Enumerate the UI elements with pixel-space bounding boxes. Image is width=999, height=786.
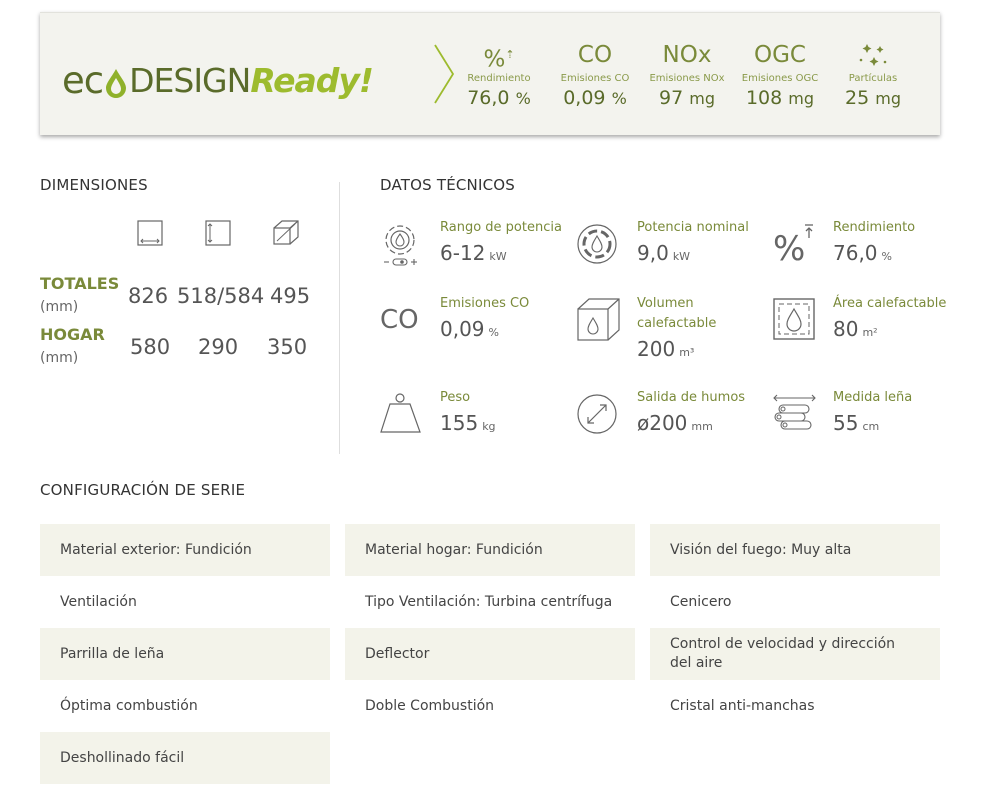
power-range-icon xyxy=(384,225,417,266)
tech-label: Potencia nominal xyxy=(637,220,749,235)
metric-label: Rendimiento xyxy=(467,73,531,84)
tech-value: 0,09% xyxy=(440,317,499,341)
metric-value: 25 mg xyxy=(845,87,901,109)
tech-value: 76,0% xyxy=(833,241,892,265)
dim-value: 495 xyxy=(270,284,311,308)
dim-value: 826 xyxy=(128,284,169,308)
tech-item-medida-lena: Medida leña 55 cm xyxy=(773,388,939,448)
chevron-right-icon xyxy=(434,44,455,104)
dim-value: 350 xyxy=(267,335,308,359)
tech-label: Emisiones CO xyxy=(440,296,530,311)
config-item: Óptima combustión xyxy=(60,697,198,714)
metric-value: 76,0 % xyxy=(467,87,531,109)
metric-ogc: OGC Emisiones OGC 108 mg xyxy=(737,39,823,109)
dim-value: 290 xyxy=(198,335,239,359)
tech-title: DATOS TÉCNICOS xyxy=(380,176,516,194)
dim-row-totales-unit: (mm) xyxy=(40,299,79,315)
tech-value: 6-12 kW xyxy=(440,241,507,265)
metric-co: CO Emisiones CO 0,09 % xyxy=(552,39,638,109)
dim-row-totales-label: TOTALES xyxy=(40,274,120,293)
heated-volume-icon xyxy=(577,298,620,341)
config-item: Material exterior: Fundición xyxy=(40,524,330,576)
width-dimension-icon xyxy=(137,220,163,246)
tech-item-rango-potencia: Rango de potencia 6-12 kW xyxy=(380,218,570,278)
tech-value: 80 m² xyxy=(833,317,878,341)
metric-particulas: Partículas 25 mg xyxy=(830,39,916,109)
metric-label: Partículas xyxy=(848,73,898,84)
config-item: Visión del fuego: Muy alta xyxy=(650,524,940,576)
tech-label: Medida leña xyxy=(833,390,913,405)
metric-value: 0,09 % xyxy=(563,87,627,109)
nominal-power-icon xyxy=(577,224,617,264)
logo-ready-text: Ready! xyxy=(250,61,374,100)
ogc-symbol: OGC xyxy=(754,42,806,68)
flame-drop-icon xyxy=(106,69,127,98)
co-icon: CO xyxy=(380,305,419,335)
metric-nox: NOx Emisiones NOx 97 mg xyxy=(644,39,730,109)
tech-label-line2: calefactable xyxy=(637,316,717,331)
nox-symbol: NOx xyxy=(662,42,712,68)
tech-label: Peso xyxy=(440,390,471,405)
tech-label: Volumen xyxy=(637,296,694,311)
config-item: Material hogar: Fundición xyxy=(345,524,635,576)
efficiency-icon: % xyxy=(773,224,813,266)
config-item: Cristal anti-manchas xyxy=(670,697,815,714)
config-item: Doble Combustión xyxy=(365,697,495,714)
tech-item-rendimiento: % Rendimiento 76,0% xyxy=(773,218,939,278)
config-title: CONFIGURACIÓN DE SERIE xyxy=(40,481,246,499)
co-symbol: CO xyxy=(577,42,613,68)
config-item: Deflector xyxy=(345,628,635,680)
metric-label: Emisiones OGC xyxy=(741,73,819,84)
particles-icon xyxy=(830,39,916,71)
height-dimension-icon xyxy=(205,220,231,246)
metric-rendimiento: %⇡ Rendimiento 76,0 % xyxy=(456,39,542,109)
tech-value: ø200 mm xyxy=(637,411,713,435)
metric-value: 97 mg xyxy=(659,87,715,109)
tech-label: Rendimiento xyxy=(833,220,916,235)
tech-item-potencia-nominal: Potencia nominal 9,0 kW xyxy=(577,218,767,278)
tech-value: 55 cm xyxy=(833,411,880,435)
tech-value: 200 m³ xyxy=(637,337,695,361)
tech-value: 9,0 kW xyxy=(637,241,691,265)
tech-item-peso: Peso 155 kg xyxy=(380,388,570,448)
config-item: Parrilla de leña xyxy=(40,628,330,680)
dim-value: 580 xyxy=(130,335,171,359)
config-item: Ventilación xyxy=(60,593,137,610)
config-item: Cenicero xyxy=(670,593,732,610)
dim-row-hogar-label: HOGAR xyxy=(40,325,105,344)
tech-item-emisiones-co: CO Emisiones CO 0,09% xyxy=(380,294,570,364)
svg-text:%: % xyxy=(773,229,805,266)
logo-eco-text: ec xyxy=(62,59,104,102)
ecodesign-banner: ec DESIGN Ready! %⇡ Rendimiento 76,0 % C… xyxy=(40,12,940,135)
tech-item-area: Área calefactable 80 m² xyxy=(773,294,946,354)
metric-label: Emisiones CO xyxy=(560,73,630,84)
config-item: Control de velocidad y dirección del air… xyxy=(650,628,940,680)
flue-outlet-icon xyxy=(577,394,617,434)
dim-row-hogar-unit: (mm) xyxy=(40,350,79,366)
tech-value: 155 kg xyxy=(440,411,496,435)
ecodesign-logo: ec DESIGN Ready! xyxy=(62,53,374,103)
tech-item-volumen: Volumen calefactable 200 m³ xyxy=(577,294,767,364)
tech-label: Área calefactable xyxy=(833,296,947,311)
tech-item-salida-humos: Salida de humos ø200 mm xyxy=(577,388,767,448)
weight-icon xyxy=(380,393,421,433)
tech-label: Rango de potencia xyxy=(440,220,562,235)
config-item: Deshollinado fácil xyxy=(40,732,330,784)
dimensions-title: DIMENSIONES xyxy=(40,176,148,194)
metric-value: 108 mg xyxy=(745,87,815,109)
config-item: Tipo Ventilación: Turbina centrífuga xyxy=(365,593,613,610)
heated-area-icon xyxy=(773,298,815,340)
section-divider xyxy=(339,182,340,454)
log-size-icon xyxy=(773,394,816,430)
depth-dimension-icon xyxy=(273,220,299,245)
tech-label: Salida de humos xyxy=(637,390,746,405)
percent-arrow-icon: %⇡ xyxy=(483,46,515,73)
logo-design-text: DESIGN xyxy=(129,61,251,100)
dim-value: 518/584 xyxy=(177,284,265,308)
metric-label: Emisiones NOx xyxy=(649,73,725,84)
